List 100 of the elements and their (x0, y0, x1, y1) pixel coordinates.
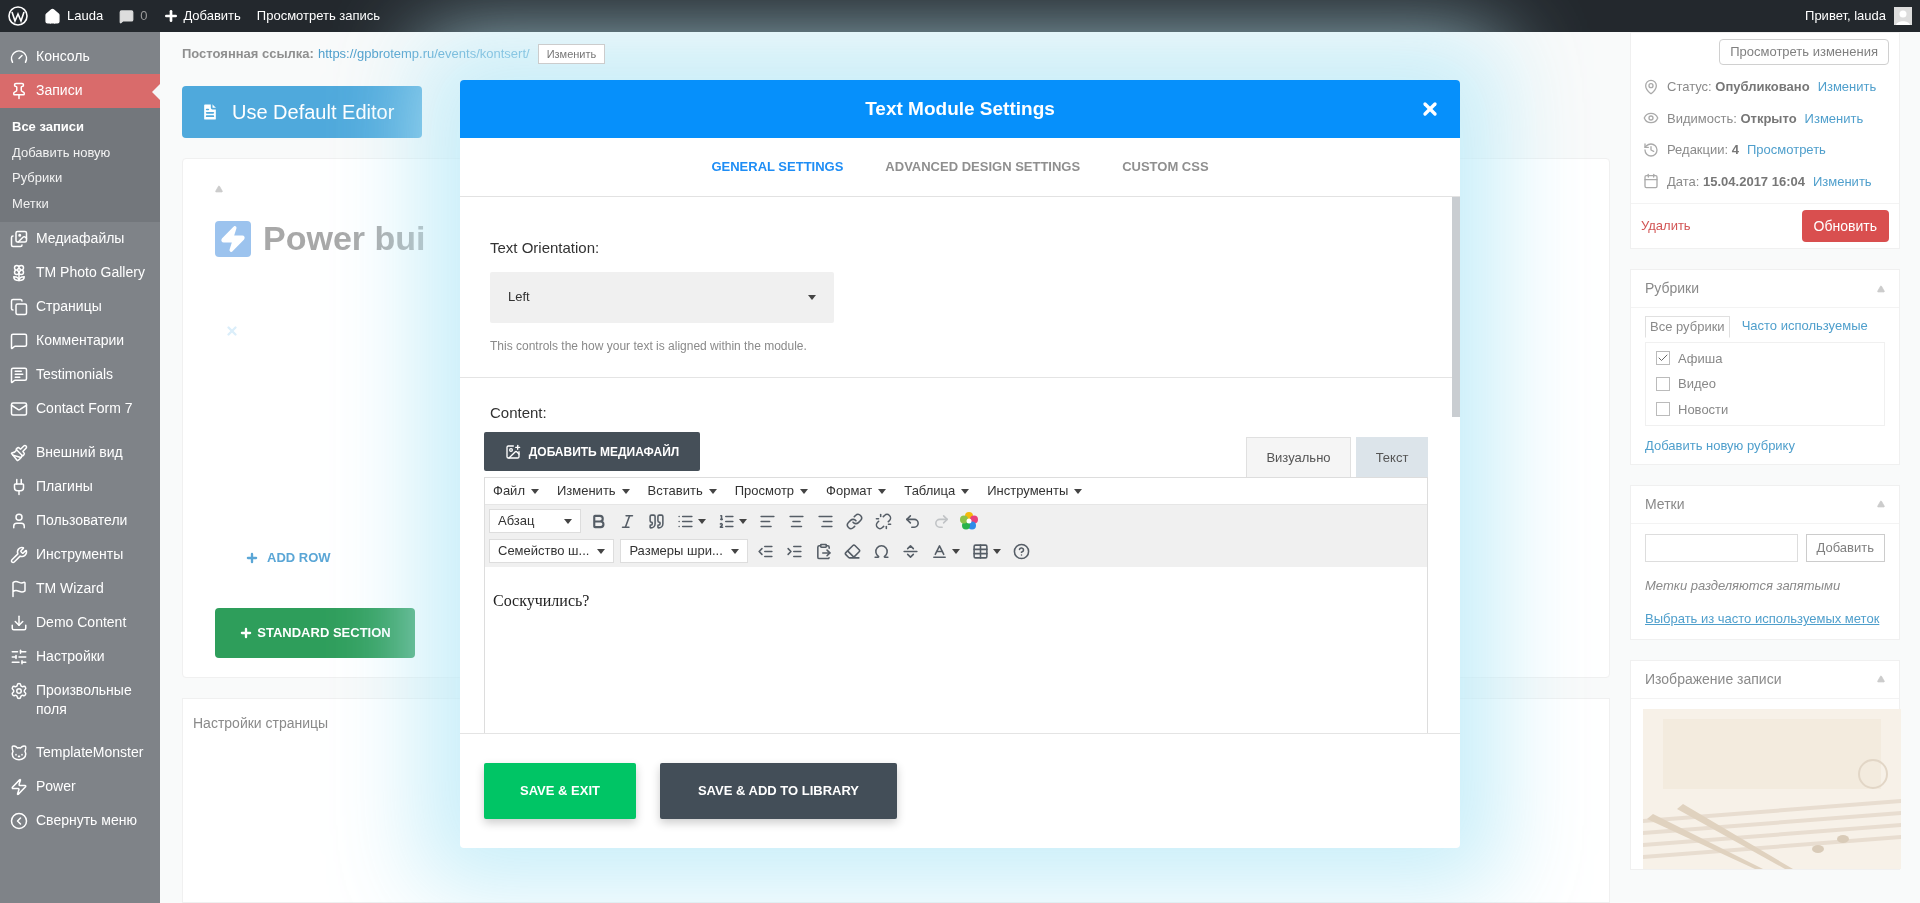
category-tab[interactable]: Все рубрики (1645, 316, 1730, 338)
publish-detail-link[interactable]: Просмотреть (1747, 140, 1826, 160)
format-select[interactable]: Семейство ш... (489, 539, 615, 563)
table-icon (971, 542, 989, 560)
greeting-text[interactable]: Привет, lauda (1805, 6, 1886, 26)
default-editor-button[interactable]: Use Default Editor (182, 86, 422, 138)
sidebar-item[interactable]: Записи (0, 74, 160, 108)
sidebar-item[interactable]: Плагины (0, 470, 160, 504)
bolt-icon (215, 220, 251, 257)
editor-menu-item[interactable]: Просмотр (734, 481, 809, 501)
history-icon (1643, 141, 1659, 158)
sidebar-item[interactable]: Demo Content (0, 606, 160, 640)
caret-icon (621, 488, 630, 494)
editor-menu-item[interactable]: Файл (493, 481, 539, 501)
calendar-icon (1643, 173, 1659, 190)
preview-changes-button[interactable]: Просмотреть изменения (1719, 39, 1889, 65)
category-checkbox[interactable] (1656, 351, 1670, 366)
link-icon (846, 512, 863, 530)
permalink-url[interactable]: https://gpbrotemp.ru/events/kontsert/ (317, 44, 530, 64)
choose-tags-link[interactable]: Выбрать из часто используемых меток (1645, 609, 1885, 629)
standard-section-button[interactable]: STANDARD SECTION (215, 607, 415, 658)
editor-menu-item[interactable]: Таблица (904, 481, 970, 501)
sidebar-item[interactable]: Медиафайлы (0, 222, 160, 256)
selection-notch (152, 84, 160, 100)
flower-icon (10, 264, 28, 282)
flag-icon (10, 580, 28, 598)
format-select[interactable]: Абзац (489, 509, 581, 533)
sidebar-item[interactable]: TM Photo Gallery (0, 256, 160, 290)
update-button[interactable]: Обновить (1801, 210, 1889, 242)
editor-menu-item[interactable]: Формат (826, 481, 887, 501)
save-exit-button[interactable]: SAVE & EXIT (484, 763, 636, 819)
publish-detail-link[interactable]: Изменить (1817, 77, 1877, 97)
category-checkbox[interactable] (1656, 402, 1670, 417)
format-select[interactable]: Размеры шри... (620, 539, 748, 563)
edit-permalink-button[interactable]: Изменить (537, 44, 606, 64)
modal-tab[interactable]: ADVANCED DESIGN SETTINGS (885, 157, 1081, 177)
sidebar-item[interactable]: Testimonials (0, 358, 160, 392)
sidebar-item[interactable]: Пользователи (0, 504, 160, 538)
publish-detail: Статус: Опубликовано (1667, 78, 1810, 96)
caret-icon (961, 488, 970, 494)
site-link[interactable]: Lauda (44, 6, 104, 26)
submenu-item[interactable]: Рубрики (0, 165, 160, 191)
delete-link[interactable]: Удалить (1641, 216, 1691, 236)
builder-title: Power bui (263, 218, 426, 259)
sidebar-item[interactable]: Настройки (0, 640, 160, 674)
category-label: Афиша (1678, 349, 1723, 368)
save-library-button[interactable]: SAVE & ADD TO LIBRARY (660, 763, 897, 819)
submenu-item[interactable]: Добавить новую (0, 139, 160, 165)
italic-icon (619, 512, 636, 530)
caret-icon (564, 518, 572, 524)
publish-detail: Редакции: 4 (1667, 141, 1739, 159)
editor-menu-item[interactable]: Изменить (556, 481, 630, 501)
category-checkbox[interactable] (1656, 376, 1670, 391)
help-text: This controls the how your text is aligned within the module. (490, 337, 808, 355)
add-category-link[interactable]: Добавить новую рубрику (1645, 436, 1885, 456)
logo-icon[interactable] (8, 6, 28, 26)
pin-icon (1643, 78, 1659, 95)
editor-tab[interactable]: Визуально (1246, 437, 1351, 477)
sidebar-item[interactable]: Консоль (0, 40, 160, 74)
sidebar-item[interactable]: Свернуть меню (0, 804, 160, 838)
close-button[interactable] (1420, 99, 1440, 119)
sidebar-item[interactable]: Комментарии (0, 324, 160, 358)
modal-tab[interactable]: GENERAL SETTINGS (711, 157, 844, 177)
publish-detail-link[interactable]: Изменить (1812, 171, 1872, 191)
publish-detail: Дата: 15.04.2017 16:04 (1667, 172, 1805, 191)
tag-input[interactable] (1645, 533, 1798, 562)
editor-menu-item[interactable]: Вставить (647, 481, 717, 501)
add-tag-button[interactable]: Добавить (1805, 533, 1885, 562)
view-post-link[interactable]: Просмотреть запись (256, 6, 381, 26)
sidebar-item[interactable]: TemplateMonster (0, 736, 160, 770)
caret-icon (808, 294, 816, 300)
flower-icon[interactable] (959, 511, 979, 531)
editor-menu-item[interactable]: Инструменты (987, 481, 1083, 501)
cat-icon (10, 744, 28, 762)
box-title: Изображение записи (1645, 669, 1782, 689)
submenu-item[interactable]: Метки (0, 190, 160, 216)
add-row-link[interactable]: ADD ROW (245, 548, 331, 568)
collapse-icon (10, 812, 28, 830)
pages-icon (10, 298, 28, 316)
sidebar-item[interactable]: Внешний вид (0, 436, 160, 470)
sidebar-item[interactable]: TM Wizard (0, 572, 160, 606)
category-tab[interactable]: Часто используемые (1737, 316, 1872, 338)
submenu-item[interactable]: Все записи (0, 114, 160, 140)
editor-tab[interactable]: Текст (1356, 437, 1428, 477)
add-new-link[interactable]: Добавить (163, 6, 241, 26)
add-media-button[interactable]: ДОБАВИТЬ МЕДИАФАЙЛ (484, 432, 700, 471)
sidebar-item[interactable]: Произвольные поля (0, 674, 160, 726)
redo-icon (933, 512, 950, 530)
caret-icon (800, 488, 809, 494)
modal-tab[interactable]: CUSTOM CSS (1122, 157, 1209, 177)
sidebar-item[interactable]: Инструменты (0, 538, 160, 572)
publish-detail-link[interactable]: Изменить (1804, 108, 1864, 128)
plus-icon (163, 8, 180, 24)
sidebar-item[interactable]: Contact Form 7 (0, 392, 160, 426)
comments-link[interactable]: 0 (119, 6, 148, 26)
orientation-select[interactable]: Left (490, 271, 834, 323)
sidebar-item[interactable]: Страницы (0, 290, 160, 324)
sidebar-item[interactable]: Power (0, 770, 160, 804)
sliders-icon (10, 648, 28, 666)
media-icon (10, 230, 28, 248)
